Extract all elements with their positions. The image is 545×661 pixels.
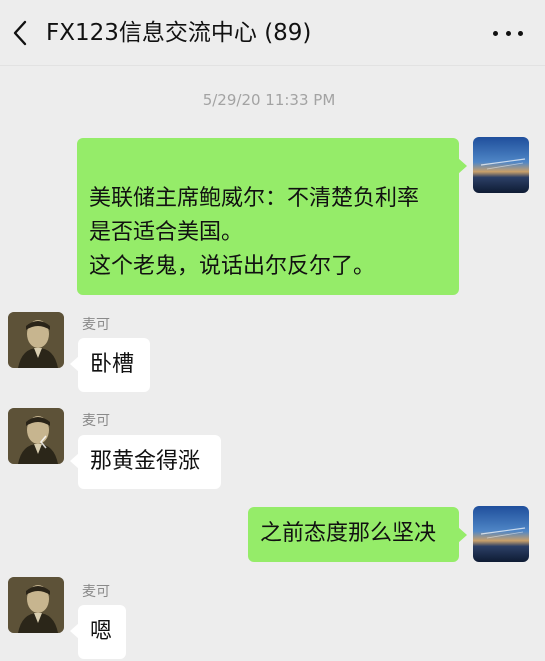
sender-avatar[interactable] — [8, 577, 64, 633]
other-message-bubble[interactable]: 那黄金得涨 — [70, 435, 221, 489]
message-line: 这个老鬼，说话出尔反尔了。 — [89, 254, 376, 279]
my-message-bubble[interactable]: 美联储主席鲍威尔：不清楚负利率 是否适合美国。 这个老鬼，说话出尔反尔了。 — [77, 138, 467, 295]
message-timestamp: 5/29/20 11:33 PM — [202, 91, 336, 109]
other-message-bubble[interactable]: 嗯 — [70, 605, 126, 659]
message-line: 是否适合美国。 — [89, 220, 244, 245]
sender-avatar[interactable] — [8, 312, 64, 368]
chat-header: FX123信息交流中心 (89) — [0, 0, 545, 66]
message-line: 美联储主席鲍威尔：不清楚负利率 — [89, 186, 420, 211]
message-text: 之前态度那么坚决 — [260, 521, 437, 546]
back-button[interactable] — [8, 17, 32, 49]
message-text: 那黄金得涨 — [90, 449, 201, 474]
message-text: 卧槽 — [90, 352, 135, 377]
other-message-bubble[interactable]: 卧槽 — [70, 338, 150, 392]
sender-name: 麦可 — [82, 317, 110, 333]
my-avatar[interactable] — [473, 137, 529, 193]
back-arrow-icon — [13, 20, 27, 46]
message-text: 嗯 — [90, 619, 113, 644]
more-options-button[interactable] — [493, 21, 523, 45]
my-avatar[interactable] — [473, 506, 529, 562]
sender-name: 麦可 — [82, 584, 110, 600]
my-message-bubble[interactable]: 之前态度那么坚决 — [248, 507, 467, 562]
chat-title: FX123信息交流中心 (89) — [46, 20, 312, 46]
sender-name: 麦可 — [82, 413, 110, 429]
sender-avatar[interactable] — [8, 408, 64, 464]
more-dots-icon — [493, 30, 498, 36]
